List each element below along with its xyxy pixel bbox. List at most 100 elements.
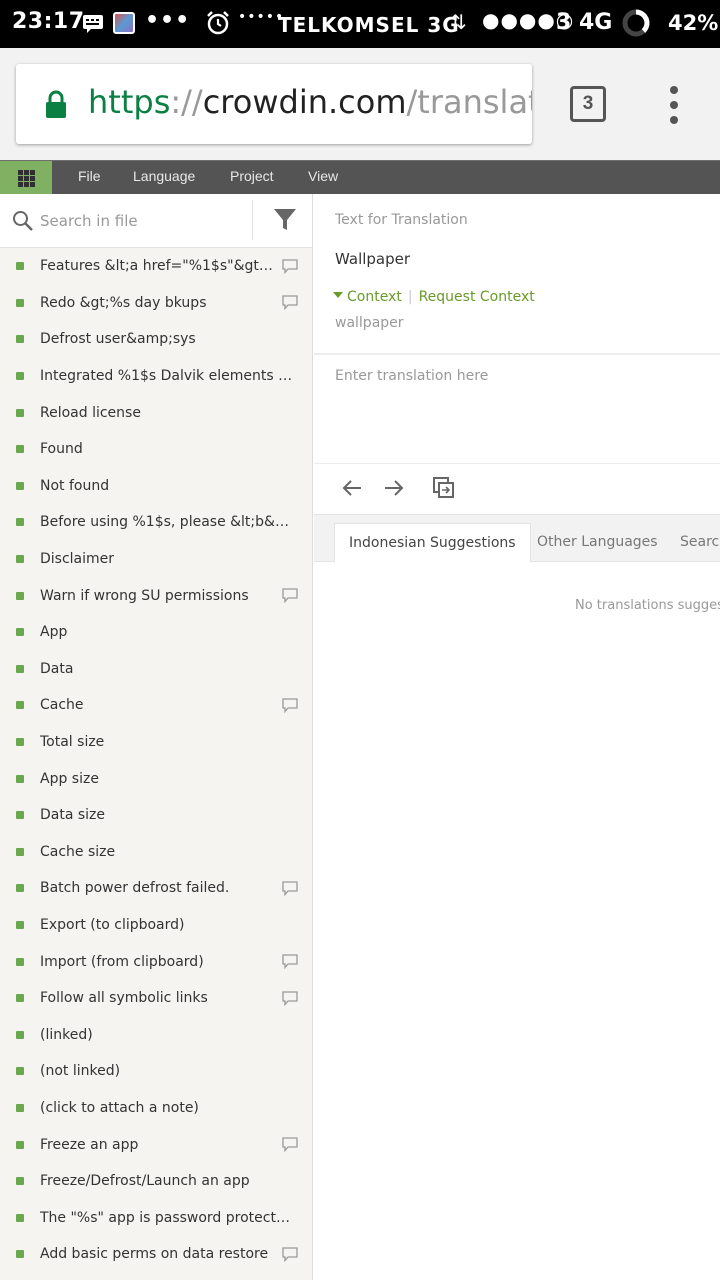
translated-status-icon xyxy=(16,1067,24,1076)
string-list-item[interactable]: Follow all symbolic links xyxy=(0,980,312,1017)
menu-language[interactable]: Language xyxy=(133,168,195,184)
string-list-item[interactable]: Freeze an app xyxy=(0,1126,312,1163)
string-text: Defrost user&amp;sys xyxy=(40,331,196,348)
translation-input[interactable] xyxy=(314,355,720,463)
battery-icon xyxy=(622,9,650,37)
string-list-item[interactable]: Cache xyxy=(0,687,312,724)
comment-icon[interactable] xyxy=(282,588,298,604)
translated-status-icon xyxy=(16,884,24,893)
string-text: Warn if wrong SU permissions xyxy=(40,587,249,604)
menu-view[interactable]: View xyxy=(308,168,338,184)
status-bar: 23:17 ••• ••••• TELKOMSEL 3G ⇅ ●●●●○ 3 4… xyxy=(0,0,720,48)
string-list-item[interactable]: Features &lt;a href="%1$s"&gt;Andr... xyxy=(0,248,312,285)
comment-icon[interactable] xyxy=(282,881,298,896)
tab-other-languages[interactable]: Other Languages xyxy=(523,523,672,563)
overflow-menu-icon[interactable] xyxy=(664,86,684,124)
context-toggle[interactable]: Context xyxy=(347,289,402,305)
alarm-icon xyxy=(205,10,231,36)
string-list-item[interactable]: Import (from clipboard) xyxy=(0,943,312,980)
address-bar[interactable]: https://crowdin.com/translate/ xyxy=(16,64,532,144)
translated-status-icon xyxy=(16,811,24,820)
string-text: Follow all symbolic links xyxy=(40,990,208,1007)
browser-toolbar: https://crowdin.com/translate/ 3 xyxy=(0,48,720,160)
string-text: (click to attach a note) xyxy=(40,1099,199,1116)
apps-menu-button[interactable] xyxy=(0,161,52,195)
string-list-item[interactable]: Data size xyxy=(0,797,312,834)
comment-icon[interactable] xyxy=(282,991,298,1006)
string-list-item[interactable]: Disclaimer xyxy=(0,541,312,578)
string-list-item[interactable]: The "%s" app is password protected. Pl..… xyxy=(0,1199,312,1236)
tab-indonesian-suggestions[interactable]: Indonesian Suggestions xyxy=(334,523,531,563)
app-menubar: File Language Project View xyxy=(0,160,720,195)
string-text: Not found xyxy=(40,477,110,494)
filter-icon[interactable] xyxy=(274,208,296,232)
string-list-item[interactable]: App xyxy=(0,614,312,651)
carrier-name: TELKOMSEL 3G xyxy=(278,13,460,37)
string-list-item[interactable]: Add basic perms on data restore xyxy=(0,1236,312,1273)
string-list-item[interactable]: Cache size xyxy=(0,834,312,871)
translated-status-icon xyxy=(16,1030,24,1039)
tab-search[interactable]: Search xyxy=(666,523,720,563)
string-text: (linked) xyxy=(40,1026,93,1043)
translated-status-icon xyxy=(16,628,24,637)
string-list-item[interactable]: Batch power defrost failed. xyxy=(0,870,312,907)
context-value: wallpaper xyxy=(335,315,404,331)
translated-status-icon xyxy=(16,372,24,381)
strings-panel: Features &lt;a href="%1$s"&gt;Andr... Red… xyxy=(0,194,313,1280)
arrow-left-icon[interactable] xyxy=(341,476,365,500)
string-text: Data xyxy=(40,660,74,677)
string-text: Found xyxy=(40,441,83,458)
search-input[interactable] xyxy=(40,206,240,236)
string-text: Freeze an app xyxy=(40,1136,139,1153)
data-activity-icon: ⇅ xyxy=(450,10,467,34)
translated-status-icon xyxy=(16,335,24,344)
string-text: Reload license xyxy=(40,404,141,421)
string-list-item[interactable]: Freeze/Defrost/Launch an app xyxy=(0,1163,312,1200)
string-list-item[interactable]: Integrated %1$s Dalvik elements (%2$s... xyxy=(0,358,312,395)
string-list-item[interactable]: Export (to clipboard) xyxy=(0,907,312,944)
string-list-item[interactable]: (linked) xyxy=(0,1016,312,1053)
menu-project[interactable]: Project xyxy=(230,168,274,184)
string-text: Cache xyxy=(40,697,84,714)
comment-icon[interactable] xyxy=(282,698,298,713)
string-list-item[interactable]: Warn if wrong SU permissions xyxy=(0,577,312,614)
string-list-item[interactable]: (click to attach a note) xyxy=(0,1090,312,1127)
string-list-item[interactable]: Before using %1$s, please &lt;b&gt;rea..… xyxy=(0,504,312,541)
string-list-item[interactable]: Found xyxy=(0,431,312,468)
request-context-link[interactable]: Request Context xyxy=(419,289,535,305)
string-list-item[interactable]: (not linked) xyxy=(0,1053,312,1090)
string-text: Features &lt;a href="%1$s"&gt;Andr... xyxy=(40,258,276,275)
string-text: (not linked) xyxy=(40,1063,121,1080)
search-divider xyxy=(252,200,253,240)
string-list-item[interactable]: Total size xyxy=(0,724,312,761)
url-host: crowdin.com xyxy=(202,83,407,121)
string-text: Export (to clipboard) xyxy=(40,916,185,933)
translated-status-icon xyxy=(16,408,24,417)
tab-switcher-button[interactable]: 3 xyxy=(570,86,606,122)
comment-icon[interactable] xyxy=(282,1137,298,1153)
url-text: https://crowdin.com/translate/ xyxy=(88,83,532,121)
app-notification-icon xyxy=(113,12,135,34)
string-list-item[interactable]: Redo &gt;%s day bkups xyxy=(0,285,312,322)
translated-status-icon xyxy=(16,591,24,600)
caret-down-icon xyxy=(333,292,343,298)
no-suggestions-message: No translations suggested xyxy=(575,598,720,613)
arrow-right-icon[interactable] xyxy=(381,476,405,500)
url-separator: :// xyxy=(170,83,203,121)
menu-file[interactable]: File xyxy=(78,168,101,184)
comment-icon[interactable] xyxy=(282,295,298,311)
translated-status-icon xyxy=(16,664,24,673)
context-separator: | xyxy=(407,289,413,305)
translated-status-icon xyxy=(16,1140,24,1149)
string-list-item[interactable]: Reload license xyxy=(0,394,312,431)
string-list-item[interactable]: App size xyxy=(0,760,312,797)
string-list-item[interactable]: Data xyxy=(0,651,312,688)
comment-icon[interactable] xyxy=(282,259,298,274)
comment-icon[interactable] xyxy=(282,1247,298,1262)
copy-source-icon[interactable] xyxy=(432,476,456,500)
status-time: 23:17 xyxy=(12,9,85,34)
string-list-item[interactable]: Defrost user&amp;sys xyxy=(0,321,312,358)
string-list-item[interactable]: Not found xyxy=(0,468,312,505)
comment-icon[interactable] xyxy=(282,954,298,970)
string-text: Before using %1$s, please &lt;b&gt;rea..… xyxy=(40,514,296,531)
